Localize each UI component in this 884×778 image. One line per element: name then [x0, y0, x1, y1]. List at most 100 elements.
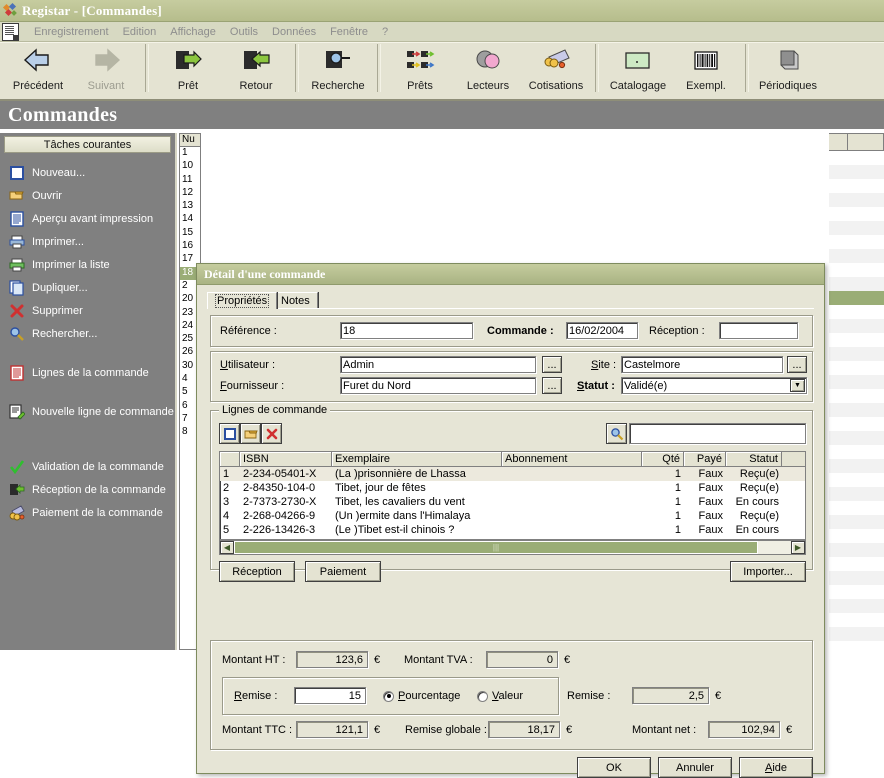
bg-row: [829, 529, 884, 543]
menu-enregistrement[interactable]: Enregistrement: [27, 25, 116, 39]
utilisateur-input[interactable]: Admin: [340, 356, 536, 373]
toolbar-precedent[interactable]: Précédent: [4, 42, 72, 96]
radio-pourcentage[interactable]: Pourcentage Pourcentage: [383, 690, 460, 702]
sidebar-item-rechercher[interactable]: Rechercher...: [0, 322, 175, 345]
record-row[interactable]: 11: [180, 174, 200, 187]
grid-col-index[interactable]: [220, 452, 240, 466]
loans-grid-icon: [404, 47, 436, 77]
record-row[interactable]: 10: [180, 160, 200, 173]
line-new-button[interactable]: [219, 423, 240, 444]
sidebar-item-nouveau[interactable]: Nouveau...: [0, 161, 175, 184]
scroll-right-arrow-icon[interactable]: ▶: [791, 541, 805, 554]
menu-donnees[interactable]: Données: [265, 25, 323, 39]
tab-notes-label: Notes: [281, 295, 310, 307]
table-row[interactable]: 2 2-84350-104-0 Tibet, jour de fêtes 1 F…: [220, 481, 805, 495]
toolbar-lecteurs[interactable]: Lecteurs: [454, 42, 522, 96]
menu-outils[interactable]: Outils: [223, 25, 265, 39]
reception-label: Réception :: [649, 325, 705, 337]
bg-row: [829, 277, 884, 291]
sidebar-item-label: Paiement de la commande: [32, 506, 163, 519]
menu-fenetre[interactable]: Fenêtre: [323, 25, 375, 39]
reference-input[interactable]: 18: [340, 322, 473, 339]
scrollbar-thumb[interactable]: |||: [234, 541, 758, 554]
scroll-left-arrow-icon[interactable]: ◀: [220, 541, 234, 554]
sidebar-item-imprimer-liste[interactable]: Imprimer la liste: [0, 253, 175, 276]
table-row[interactable]: 4 2-268-04266-9 (Un )ermite dans l'Himal…: [220, 509, 805, 523]
ok-button[interactable]: OK: [577, 757, 651, 778]
sidebar-item-lignes-commande[interactable]: Lignes de la commande: [0, 361, 175, 384]
toolbar-retour[interactable]: Retour: [222, 42, 290, 96]
menu-edition[interactable]: Edition: [116, 25, 164, 39]
sidebar-item-imprimer[interactable]: Imprimer...: [0, 230, 175, 253]
sidebar-item-validation-commande[interactable]: Validation de la commande: [0, 455, 175, 478]
toolbar-pret[interactable]: Prêt: [154, 42, 222, 96]
toolbar-separator: [595, 44, 599, 92]
dialog-title: Détail d'une commande: [204, 266, 326, 281]
table-row[interactable]: 5 2-226-13426-3 (Le )Tibet est-il chinoi…: [220, 523, 805, 537]
bg-col-2: [848, 134, 884, 150]
sidebar-item-reception-commande[interactable]: Réception de la commande: [0, 478, 175, 501]
reception-button[interactable]: Réception: [219, 561, 295, 582]
sidebar-item-apercu-impression[interactable]: Aperçu avant impression: [0, 207, 175, 230]
window-title: Registar - [Commandes]: [22, 3, 162, 19]
cancel-button[interactable]: Annuler: [658, 757, 732, 778]
menu-help[interactable]: ?: [375, 25, 395, 39]
tab-notes[interactable]: Notes: [273, 292, 318, 309]
sidebar-item-paiement-commande[interactable]: Paiement de la commande: [0, 501, 175, 524]
importer-button[interactable]: Importer...: [730, 561, 806, 582]
grid-col-abonnement[interactable]: Abonnement: [502, 452, 642, 466]
radio-valeur[interactable]: Valeur Valeur: [477, 690, 523, 702]
record-row[interactable]: 15: [180, 227, 200, 240]
toolbar-cotisations[interactable]: Cotisations: [522, 42, 590, 96]
line-delete-button[interactable]: [261, 423, 282, 444]
toolbar-recherche[interactable]: Recherche: [304, 42, 372, 96]
fournisseur-input[interactable]: Furet du Nord: [340, 377, 536, 394]
sidebar-item-ouvrir[interactable]: Ouvrir: [0, 184, 175, 207]
menu-affichage[interactable]: Affichage: [163, 25, 223, 39]
radio-valeur-button[interactable]: [477, 690, 488, 702]
tab-proprietes[interactable]: Propriétés: [207, 292, 278, 309]
open-folder-icon: [9, 188, 25, 204]
site-input[interactable]: Castelmore: [621, 356, 783, 373]
main-body: Tâches courantes Nouveau... Ouvrir Aperç…: [0, 133, 884, 778]
record-row[interactable]: 12: [180, 187, 200, 200]
table-row[interactable]: 3 2-7373-2730-X Tibet, les cavaliers du …: [220, 495, 805, 509]
statut-select[interactable]: Validé(e) ▼: [621, 377, 807, 394]
toolbar-periodiques[interactable]: Périodiques: [754, 42, 822, 96]
line-search-input[interactable]: [629, 423, 806, 444]
grid-col-statut[interactable]: Statut: [726, 452, 782, 466]
line-search-button[interactable]: [606, 423, 627, 444]
toolbar-catalogage[interactable]: Catalogage: [604, 42, 672, 96]
order-lines-grid[interactable]: ISBN Exemplaire Abonnement Qté Payé Stat…: [219, 451, 806, 540]
remise-input[interactable]: 15: [294, 687, 366, 704]
site-browse-button[interactable]: ...: [787, 356, 807, 373]
table-row[interactable]: 1 2-234-05401-X (La )prisonnière de Lhas…: [220, 467, 805, 481]
toolbar-suivant[interactable]: Suivant: [72, 42, 140, 96]
grid-horizontal-scrollbar[interactable]: ◀ ||| ▶: [219, 540, 806, 555]
toolbar-exempl[interactable]: Exempl.: [672, 42, 740, 96]
grid-col-exemplaire[interactable]: Exemplaire: [332, 452, 502, 466]
line-open-button[interactable]: [240, 423, 261, 444]
record-row[interactable]: 1: [180, 147, 200, 160]
document-icon[interactable]: [2, 22, 19, 41]
paiement-button[interactable]: Paiement: [305, 561, 381, 582]
sidebar-item-dupliquer[interactable]: Dupliquer...: [0, 276, 175, 299]
record-row[interactable]: 14: [180, 213, 200, 226]
dialog-title-bar[interactable]: Détail d'une commande: [197, 264, 824, 285]
record-row[interactable]: 13: [180, 200, 200, 213]
grid-col-isbn[interactable]: ISBN: [240, 452, 332, 466]
sidebar-item-nouvelle-ligne[interactable]: Nouvelle ligne de commande: [0, 400, 175, 423]
utilisateur-browse-button[interactable]: ...: [542, 356, 562, 373]
help-button[interactable]: Aide: [739, 757, 813, 778]
toolbar-prets[interactable]: Prêts: [386, 42, 454, 96]
radio-pourcentage-button[interactable]: [383, 690, 394, 702]
bg-row: [829, 417, 884, 431]
grid-col-paye[interactable]: Payé: [684, 452, 726, 466]
record-row[interactable]: 16: [180, 240, 200, 253]
sidebar-item-supprimer[interactable]: Supprimer: [0, 299, 175, 322]
reception-date-input[interactable]: [719, 322, 798, 339]
commande-date-input[interactable]: 16/02/2004: [566, 322, 638, 339]
grid-col-qte[interactable]: Qté: [642, 452, 684, 466]
chevron-down-icon[interactable]: ▼: [790, 379, 805, 392]
fournisseur-browse-button[interactable]: ...: [542, 377, 562, 394]
